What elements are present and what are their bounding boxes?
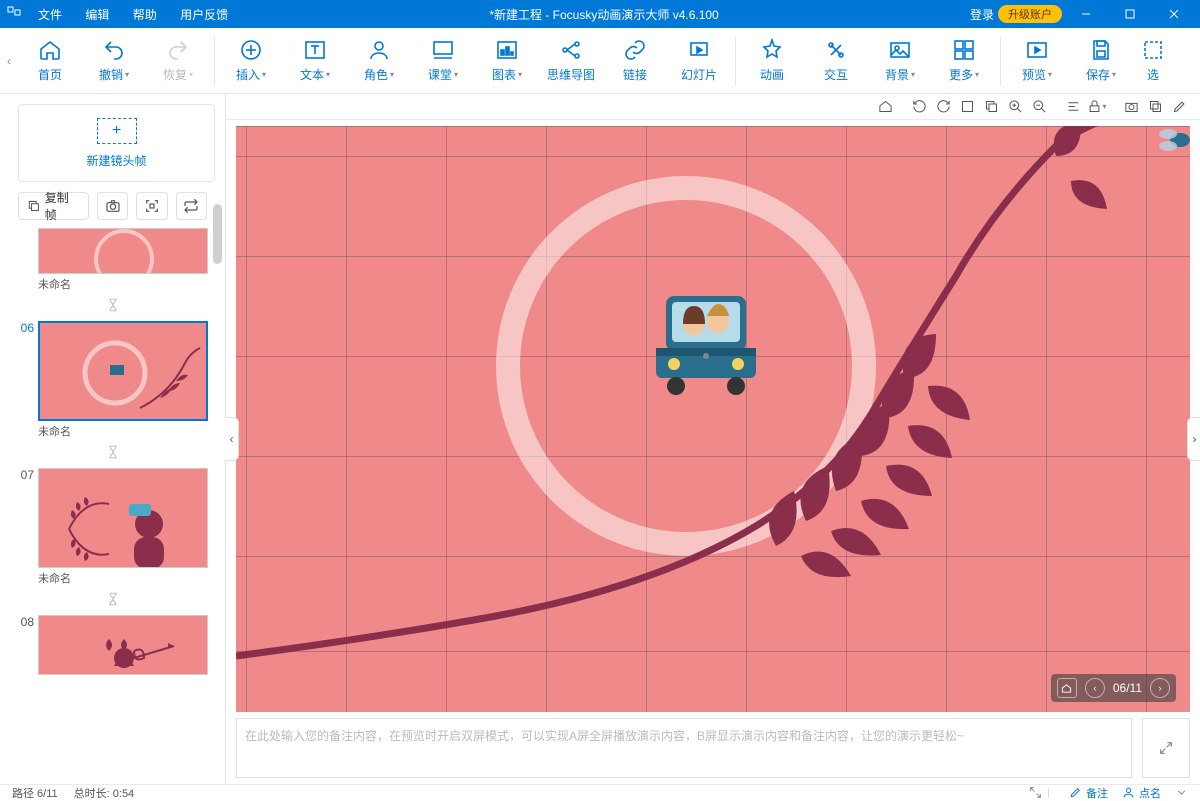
canvas[interactable]: /*grid drawn below statically*/	[236, 126, 1190, 712]
scan-icon	[144, 198, 160, 214]
window-title: *新建工程 - Focusky动画演示大师 v4.6.100	[238, 6, 970, 23]
interact-button[interactable]: 交互	[804, 28, 868, 94]
camera-button[interactable]	[97, 192, 128, 220]
plus-icon: +	[112, 122, 121, 140]
thumb-number: 06	[12, 321, 34, 335]
text-button[interactable]: 文本▾	[283, 28, 347, 94]
copy-icon[interactable]	[980, 97, 1002, 117]
role-button[interactable]: 角色▾	[347, 28, 411, 94]
pager-prev[interactable]: ‹	[1085, 678, 1105, 698]
slide-button[interactable]: 幻灯片	[667, 28, 731, 94]
redo-button[interactable]: 恢复▾	[146, 28, 210, 94]
mindmap-button[interactable]: 思维导图	[539, 28, 603, 94]
status-path: 路径 6/11	[12, 785, 58, 801]
timer-icon[interactable]	[10, 298, 215, 315]
pager-text: 06/11	[1113, 681, 1142, 695]
shrink-icon[interactable]	[1029, 786, 1042, 799]
lock-icon[interactable]: ▾	[1086, 97, 1108, 117]
workspace: + 新建镜头帧 复制帧 未命名 06	[0, 94, 1200, 784]
menu-file[interactable]: 文件	[28, 8, 72, 22]
canvas-area: ▾ ‹ › /*grid drawn below statically*/	[226, 94, 1200, 784]
more-button[interactable]: 更多▾	[932, 28, 996, 94]
chevron-down-icon[interactable]	[1175, 786, 1188, 799]
qr-button[interactable]	[136, 192, 167, 220]
thumbnail-06[interactable]	[38, 321, 208, 421]
save-button[interactable]: 保存▾	[1069, 28, 1133, 94]
canvas-pager: ‹ 06/11 ›	[1051, 674, 1176, 702]
menu-bar: 文件 编辑 帮助 用户反馈	[28, 6, 238, 23]
menu-feedback[interactable]: 用户反馈	[170, 8, 238, 22]
loop-button[interactable]	[176, 192, 207, 220]
thumbnail-07[interactable]	[38, 468, 208, 568]
app-logo-icon	[0, 6, 28, 23]
thumbnail-05[interactable]	[38, 228, 208, 274]
edit-icon[interactable]	[1168, 97, 1190, 117]
class-button[interactable]: 课堂▾	[411, 28, 475, 94]
menu-edit[interactable]: 编辑	[75, 8, 119, 22]
thumb-number: 08	[12, 615, 34, 629]
animation-button[interactable]: 动画	[740, 28, 804, 94]
minimize-button[interactable]	[1066, 0, 1106, 28]
close-button[interactable]	[1154, 0, 1194, 28]
status-notes-button[interactable]: 备注	[1069, 785, 1108, 801]
status-call-button[interactable]: 点名	[1122, 785, 1161, 801]
status-bar: 路径 6/11 总时长: 0:54 备注 点名	[0, 784, 1200, 800]
link-button[interactable]: 链接	[603, 28, 667, 94]
insert-button[interactable]: 插入▾	[219, 28, 283, 94]
expand-icon	[1158, 740, 1174, 756]
maximize-button[interactable]	[1110, 0, 1150, 28]
title-bar: 文件 编辑 帮助 用户反馈 *新建工程 - Focusky动画演示大师 v4.6…	[0, 0, 1200, 28]
home-button[interactable]: 首页	[18, 28, 82, 94]
copy-frame-button[interactable]: 复制帧	[18, 192, 89, 220]
zoom-out-icon[interactable]	[1028, 97, 1050, 117]
select-button[interactable]: 选	[1133, 28, 1173, 94]
car-illustration[interactable]	[646, 286, 766, 406]
sidebar: + 新建镜头帧 复制帧 未命名 06	[0, 94, 226, 784]
login-link[interactable]: 登录	[970, 6, 994, 23]
loop-icon	[183, 198, 199, 214]
fit-icon[interactable]	[956, 97, 978, 117]
notes-input[interactable]: 在此处输入您的备注内容，在预览时开启双屏模式，可以实现A屏全屏播放演示内容，B屏…	[236, 718, 1132, 778]
align-icon[interactable]	[1062, 97, 1084, 117]
main-toolbar: ‹ 首页 撤销▾ 恢复▾ 插入▾ 文本▾ 角色▾ 课堂▾	[0, 28, 1200, 94]
rotate-left-icon[interactable]	[908, 97, 930, 117]
person-icon	[1122, 786, 1135, 799]
thumb-number: 07	[12, 468, 34, 482]
chevron-down-icon[interactable]: ▾	[125, 70, 129, 79]
expand-notes-button[interactable]	[1142, 718, 1190, 778]
chart-button[interactable]: 图表▾	[475, 28, 539, 94]
timer-icon[interactable]	[10, 592, 215, 609]
expand-right-handle[interactable]: ›	[1187, 417, 1200, 461]
thumbnail-list: 未命名 06 未命名 07	[0, 228, 225, 784]
thumb-caption: 未命名	[10, 274, 215, 292]
zoom-in-icon[interactable]	[1004, 97, 1026, 117]
home-icon[interactable]	[874, 97, 896, 117]
layers-icon[interactable]	[1144, 97, 1166, 117]
pager-next[interactable]: ›	[1150, 678, 1170, 698]
background-button[interactable]: 背景▾	[868, 28, 932, 94]
copy-icon	[27, 199, 41, 213]
bee-illustration	[1150, 126, 1190, 158]
upgrade-button[interactable]: 升级账户	[998, 5, 1062, 23]
canvas-toolbar: ▾	[226, 94, 1200, 120]
snapshot-icon[interactable]	[1120, 97, 1142, 117]
menu-help[interactable]: 帮助	[123, 8, 167, 22]
undo-button[interactable]: 撤销▾	[82, 28, 146, 94]
thumb-caption: 未命名	[10, 421, 215, 439]
thumb-caption: 未命名	[10, 568, 215, 586]
new-frame-button[interactable]: + 新建镜头帧	[18, 104, 215, 182]
note-icon	[1069, 786, 1082, 799]
rotate-right-icon[interactable]	[932, 97, 954, 117]
preview-button[interactable]: 预览▾	[1005, 28, 1069, 94]
toolbar-scroll-left[interactable]: ‹	[0, 28, 18, 94]
status-duration: 总时长: 0:54	[74, 785, 135, 801]
thumbnail-08[interactable]	[38, 615, 208, 675]
collapse-sidebar-handle[interactable]: ‹	[225, 417, 239, 461]
timer-icon[interactable]	[10, 445, 215, 462]
chevron-down-icon[interactable]: ▾	[189, 70, 193, 79]
pager-home-icon[interactable]	[1057, 678, 1077, 698]
camera-icon	[105, 198, 121, 214]
